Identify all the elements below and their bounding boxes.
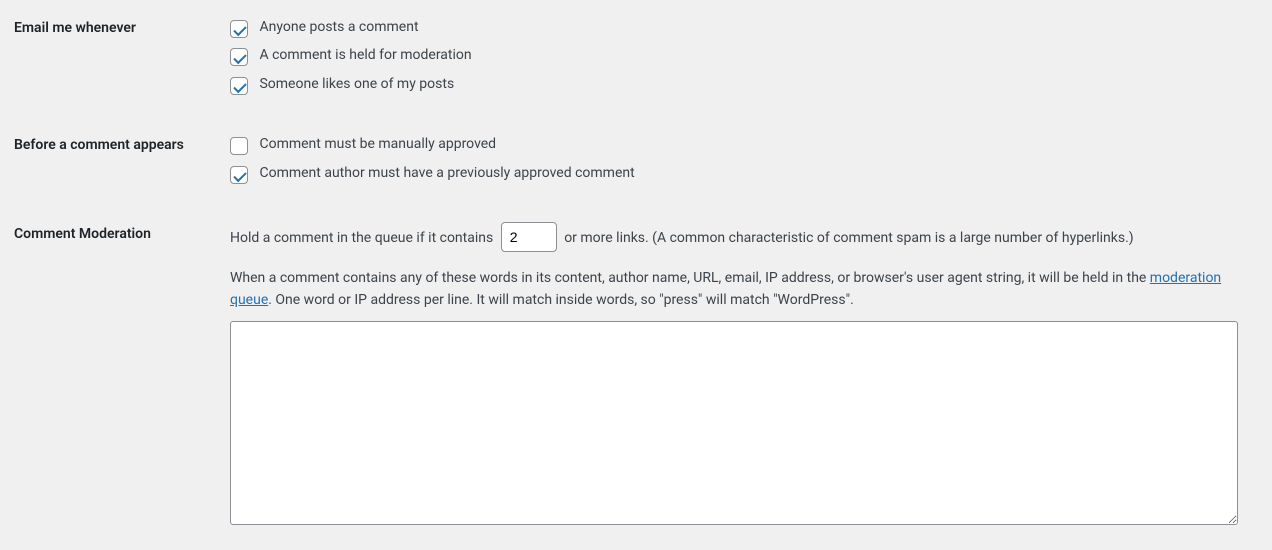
hold-text-post: or more links. (A common characteristic … bbox=[564, 230, 1133, 246]
label-someone-likes: Someone likes one of my posts bbox=[259, 76, 454, 92]
checkbox-manually-approved[interactable] bbox=[230, 137, 248, 155]
option-manually-approved[interactable]: Comment must be manually approved bbox=[230, 133, 1258, 155]
before-appears-fieldset: Comment must be manually approved Commen… bbox=[230, 133, 1258, 190]
moderation-description: When a comment contains any of these wor… bbox=[230, 268, 1250, 311]
before-appears-heading: Before a comment appears bbox=[14, 137, 184, 153]
max-links-row: Hold a comment in the queue if it contai… bbox=[230, 222, 1258, 252]
checkbox-someone-likes[interactable] bbox=[230, 77, 248, 95]
option-prev-approved[interactable]: Comment author must have a previously ap… bbox=[230, 162, 1258, 184]
checkbox-held-moderation[interactable] bbox=[230, 48, 248, 66]
max-links-input[interactable] bbox=[501, 222, 557, 252]
comment-moderation-fieldset: Hold a comment in the queue if it contai… bbox=[230, 222, 1258, 525]
email-me-heading: Email me whenever bbox=[14, 20, 136, 36]
moderation-desc-pre: When a comment contains any of these wor… bbox=[230, 270, 1150, 286]
option-anyone-posts[interactable]: Anyone posts a comment bbox=[230, 16, 1258, 38]
moderation-desc-post: . One word or IP address per line. It wi… bbox=[268, 292, 854, 308]
comment-moderation-heading: Comment Moderation bbox=[14, 226, 151, 242]
email-me-fieldset: Anyone posts a comment A comment is held… bbox=[230, 16, 1258, 101]
hold-text-pre: Hold a comment in the queue if it contai… bbox=[230, 230, 493, 246]
option-held-moderation[interactable]: A comment is held for moderation bbox=[230, 44, 1258, 66]
label-manually-approved: Comment must be manually approved bbox=[259, 136, 496, 152]
checkbox-prev-approved[interactable] bbox=[230, 166, 248, 184]
checkbox-anyone-posts[interactable] bbox=[230, 20, 248, 38]
label-held-moderation: A comment is held for moderation bbox=[259, 47, 471, 63]
label-anyone-posts: Anyone posts a comment bbox=[259, 19, 418, 35]
label-prev-approved: Comment author must have a previously ap… bbox=[259, 165, 634, 181]
moderation-keys-textarea[interactable] bbox=[230, 321, 1238, 525]
option-someone-likes[interactable]: Someone likes one of my posts bbox=[230, 73, 1258, 95]
